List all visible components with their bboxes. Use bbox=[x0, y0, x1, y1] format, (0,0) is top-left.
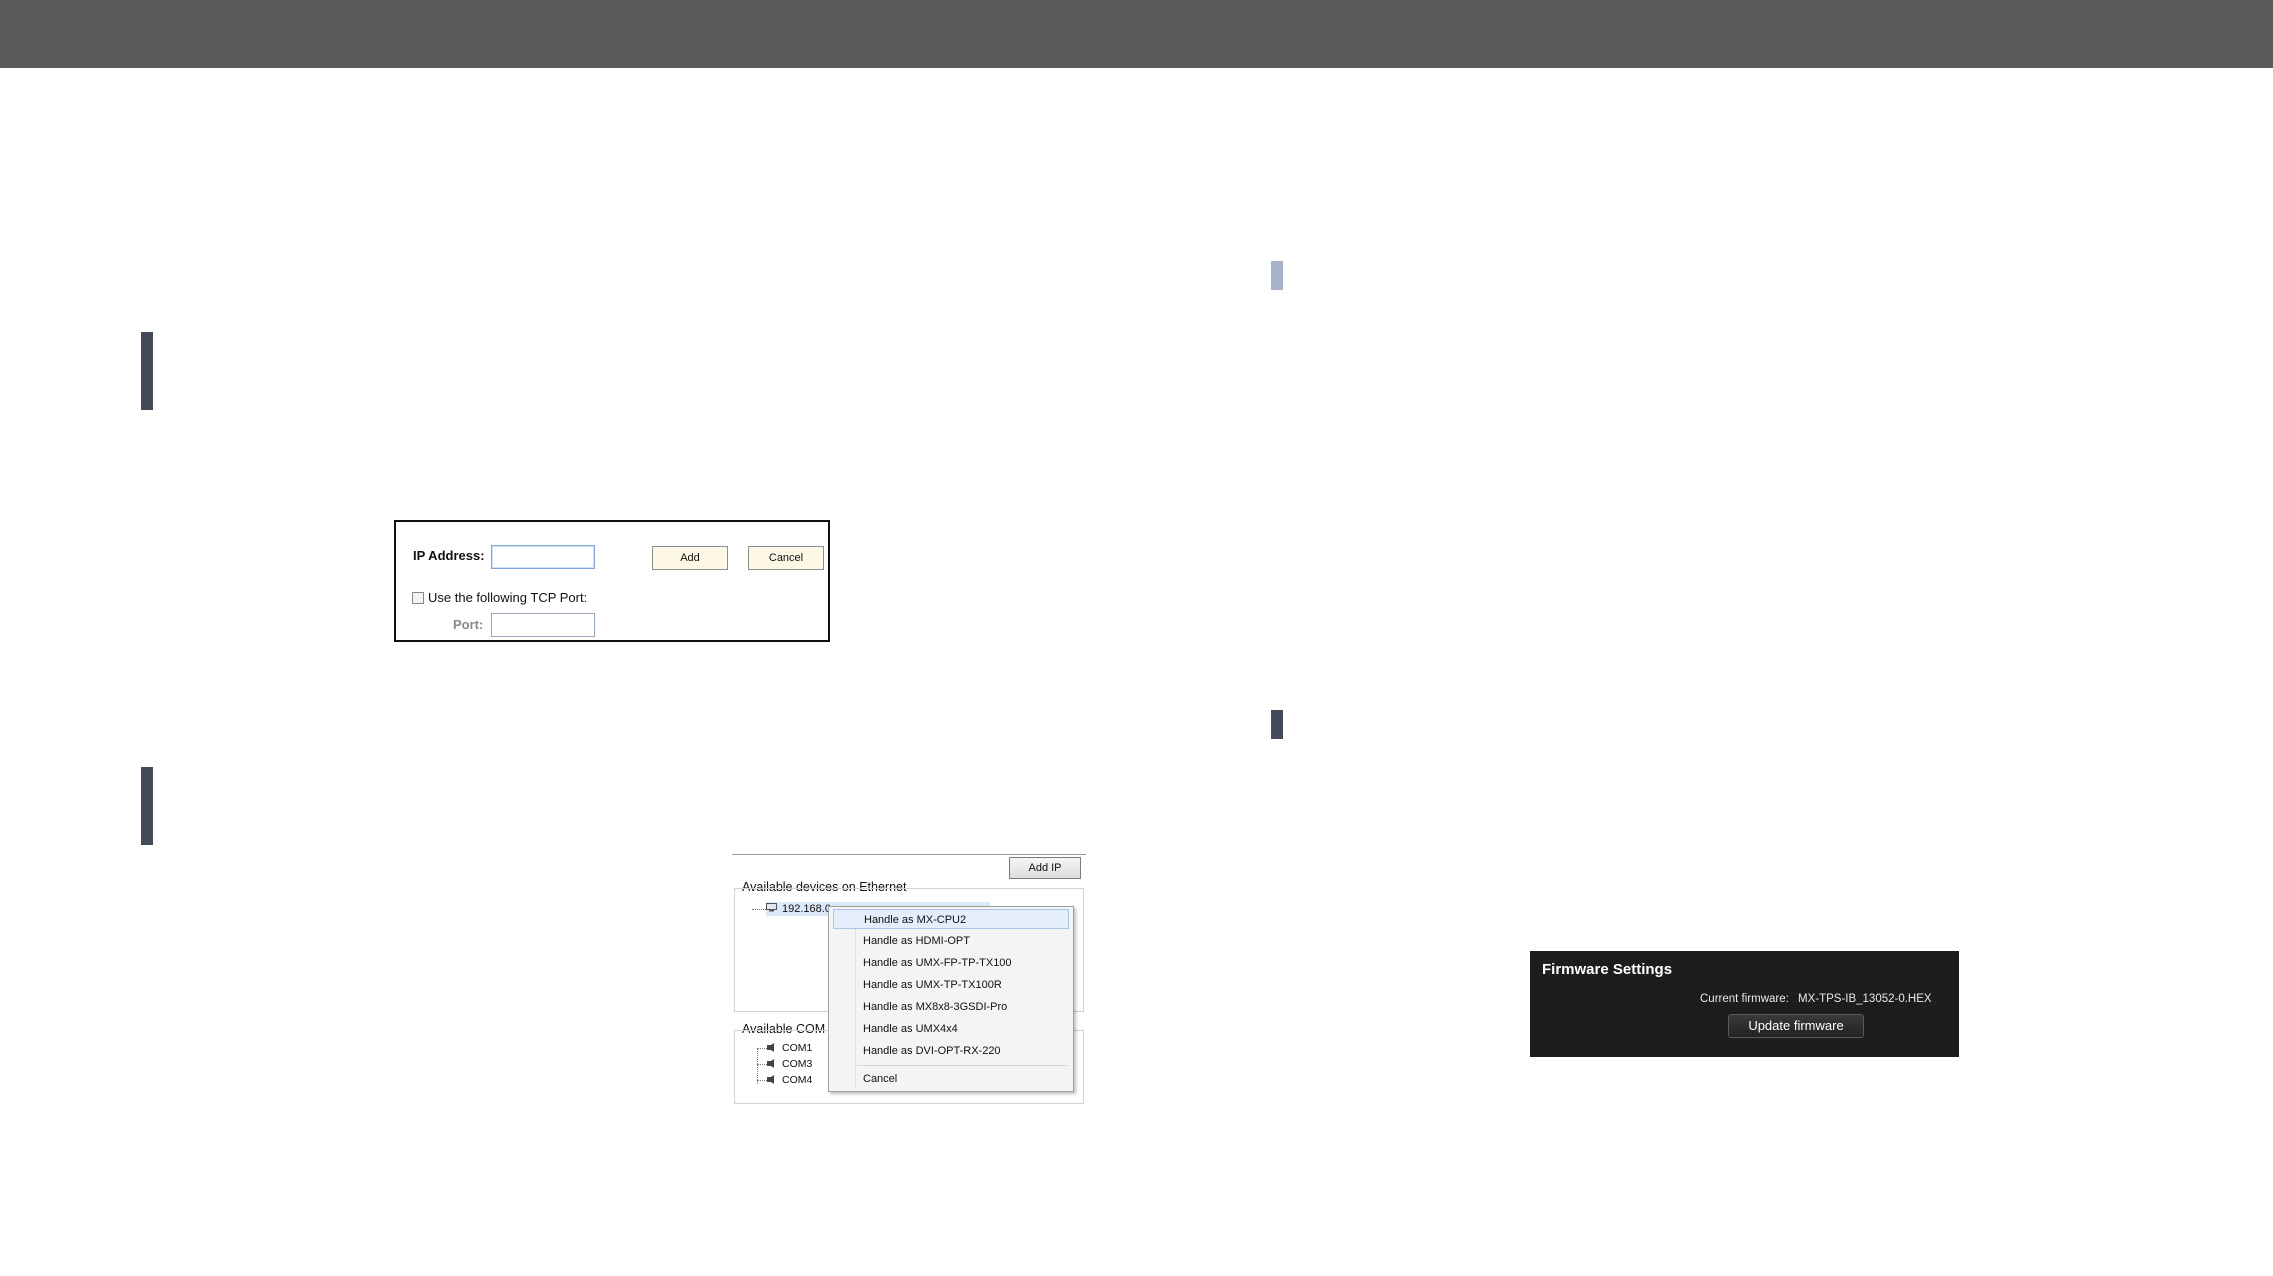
ip-address-dialog: IP Address: Add Cancel Use the following… bbox=[394, 520, 830, 642]
section-marker bbox=[141, 767, 153, 845]
menu-item-handle-as[interactable]: Handle as MX-CPU2 bbox=[833, 909, 1069, 929]
menu-item-handle-as[interactable]: Handle as HDMI-OPT bbox=[833, 931, 1069, 951]
menu-item-handle-as[interactable]: Handle as MX8x8-3GSDI-Pro bbox=[833, 997, 1069, 1017]
com-port-label: COM4 bbox=[782, 1074, 813, 1086]
serial-port-icon bbox=[767, 1059, 774, 1068]
cancel-button[interactable]: Cancel bbox=[748, 546, 824, 570]
section-marker-light bbox=[1271, 261, 1283, 290]
port-input[interactable] bbox=[491, 613, 595, 637]
menu-item-handle-as[interactable]: Handle as UMX4x4 bbox=[833, 1019, 1069, 1039]
page-header-bar bbox=[0, 0, 2273, 68]
com-port-item[interactable]: COM3 bbox=[766, 1058, 812, 1070]
tree-connector bbox=[752, 909, 766, 910]
tcp-port-checkbox[interactable] bbox=[412, 592, 424, 604]
menu-item-handle-as[interactable]: Handle as UMX-TP-TX100R bbox=[833, 975, 1069, 995]
device-context-menu: Handle as MX-CPU2 Handle as HDMI-OPT Han… bbox=[828, 906, 1074, 1092]
section-marker bbox=[141, 332, 153, 410]
menu-item-handle-as[interactable]: Handle as DVI-OPT-RX-220 bbox=[833, 1041, 1069, 1061]
menu-item-handle-as[interactable]: Handle as UMX-FP-TP-TX100 bbox=[833, 953, 1069, 973]
com-port-item[interactable]: COM1 bbox=[766, 1042, 812, 1054]
add-button[interactable]: Add bbox=[652, 546, 728, 570]
available-devices-panel: Add IP Available devices on Ethernet 192… bbox=[732, 852, 1086, 1104]
firmware-settings-title: Firmware Settings bbox=[1542, 961, 1673, 978]
tcp-port-checkbox-label: Use the following TCP Port: bbox=[428, 590, 588, 605]
update-firmware-button[interactable]: Update firmware bbox=[1728, 1014, 1864, 1038]
network-device-icon bbox=[766, 903, 777, 912]
menu-separator bbox=[857, 1065, 1067, 1066]
com-port-label: COM3 bbox=[782, 1058, 813, 1070]
current-firmware-value: MX-TPS-IB_13052-0.HEX bbox=[1798, 993, 1932, 1005]
panel-divider bbox=[732, 854, 1086, 855]
serial-port-icon bbox=[767, 1075, 774, 1084]
ip-address-label: IP Address: bbox=[413, 548, 485, 563]
section-marker bbox=[1271, 710, 1283, 739]
serial-port-icon bbox=[767, 1043, 774, 1052]
current-firmware-label: Current firmware: bbox=[1700, 993, 1789, 1005]
firmware-settings-panel: Firmware Settings Current firmware: MX-T… bbox=[1530, 951, 1959, 1057]
menu-item-cancel[interactable]: Cancel bbox=[833, 1069, 1069, 1089]
com-port-label: COM1 bbox=[782, 1042, 813, 1054]
port-label: Port: bbox=[453, 617, 484, 632]
ip-address-input[interactable] bbox=[491, 545, 595, 569]
ethernet-device-label: 192.168.0. bbox=[782, 903, 834, 915]
com-port-item[interactable]: COM4 bbox=[766, 1074, 812, 1086]
tree-connector bbox=[757, 1048, 758, 1084]
add-ip-button[interactable]: Add IP bbox=[1009, 857, 1081, 879]
